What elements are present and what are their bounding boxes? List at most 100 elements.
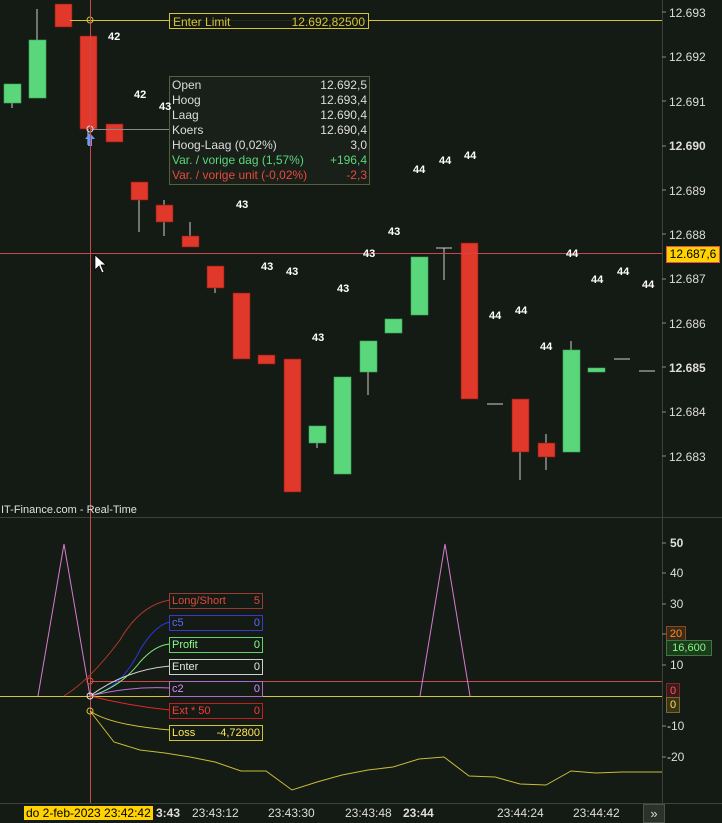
price-tick: 12.692	[669, 50, 706, 64]
price-tick: 12.683	[669, 450, 706, 464]
volume-label: 44	[566, 248, 579, 260]
candle-body	[410, 256, 429, 316]
volume-label: 44	[515, 305, 528, 317]
ohlc-tooltip: Open 12.692,5 Hoog 12.693,4 Laag 12.690,4 K…	[169, 76, 370, 185]
indicator-tick: 10	[670, 658, 684, 672]
ohlc-range-value: 3,0	[350, 138, 367, 152]
ohlc-low-value: 12.690,4	[320, 108, 367, 122]
indicator-long-short[interactable]: Long/Short 5	[169, 593, 263, 609]
volume-label: 44	[591, 274, 604, 286]
ohlc-close-label: Koers	[172, 123, 204, 137]
indicator-profit[interactable]: Profit 0	[169, 637, 263, 653]
time-tick: 23:43:12	[192, 806, 239, 820]
indicator-label: Enter	[172, 661, 199, 673]
indicator-tick: 50	[670, 536, 684, 550]
volume-label: 43	[286, 266, 299, 278]
time-tick: 3:43	[156, 806, 181, 820]
ohlc-high-row: Hoog 12.693,4	[170, 93, 369, 108]
ohlc-prevunit-row: Var. / vorige unit (-0,02%) -2,3	[170, 168, 369, 183]
candle-body	[283, 358, 302, 493]
indicator-c2[interactable]: c2 0	[169, 681, 263, 697]
volume-label: 42	[108, 31, 121, 43]
source-label: IT-Finance.com - Real-Time	[1, 504, 137, 516]
enter-limit-value: 12.692,82500	[291, 15, 365, 29]
ohlc-range-label: Hoog-Laag (0,02%)	[172, 138, 277, 152]
candle-body	[308, 425, 327, 444]
indicator-label: Loss	[172, 727, 196, 739]
ohlc-prevday-row: Var. / vorige dag (1,57%) +196,4	[170, 153, 369, 168]
ohlc-prevday-value: +196,4	[329, 153, 367, 167]
indicator-value: 5	[253, 595, 260, 607]
ohlc-low-label: Laag	[172, 108, 199, 122]
price-tick: 12.686	[669, 317, 706, 331]
indicator-label: c2	[172, 683, 184, 695]
indicator-value: -4,72800	[216, 727, 260, 739]
candle-body	[79, 35, 98, 130]
volume-label: 43	[312, 332, 325, 344]
ohlc-close-value: 12.690,4	[320, 123, 367, 137]
candle-body	[3, 83, 22, 104]
volume-label: 43	[363, 248, 376, 260]
volume-label: 43	[159, 101, 172, 113]
candle-body	[587, 367, 606, 373]
ohlc-high-label: Hoog	[172, 93, 201, 107]
indicator-c5[interactable]: c5 0	[169, 615, 263, 631]
indicator-value: 0	[253, 683, 260, 695]
indicator-label: c5	[172, 617, 184, 629]
candle-body	[257, 354, 276, 365]
volume-label: 42	[134, 89, 147, 101]
ohlc-open-label: Open	[172, 78, 202, 92]
indicator-tick: -20	[667, 750, 685, 764]
candle-body	[384, 318, 403, 334]
price-tick: 12.693	[669, 6, 706, 20]
candle-body	[130, 181, 149, 201]
price-tick: 12.688	[669, 228, 706, 242]
cursor-time-badge: do 2-feb-2023 23:42:42	[24, 806, 153, 820]
ohlc-range-row: Hoog-Laag (0,02%) 3,0	[170, 138, 369, 153]
candle-body	[562, 349, 581, 453]
volume-label: 44	[540, 341, 553, 353]
volume-label: 43	[388, 226, 401, 238]
candle-body	[333, 376, 352, 475]
ohlc-close-row: Koers 12.690,4	[170, 123, 369, 138]
ohlc-low-row: Laag 12.690,4	[170, 108, 369, 123]
indicator-loss[interactable]: Loss -4,72800	[169, 725, 263, 741]
candle-body	[28, 39, 47, 99]
indicator-value: 0	[253, 639, 260, 651]
indicator-label: Long/Short	[172, 595, 226, 607]
indicator-enter[interactable]: Enter 0	[169, 659, 263, 675]
ohlc-open-row: Open 12.692,5	[170, 78, 369, 93]
candle-body	[460, 242, 479, 400]
indicator-label: Profit	[172, 639, 198, 651]
candle-body	[54, 3, 73, 28]
candle-body	[537, 442, 556, 458]
price-tick: 12.684	[669, 405, 706, 419]
current-price-badge: 12.687,6	[666, 246, 720, 263]
indicator-tick: -10	[667, 719, 685, 733]
price-tick: 12.691	[669, 95, 706, 109]
ohlc-prevunit-value: -2,3	[346, 168, 367, 182]
volume-label: 44	[489, 310, 502, 322]
volume-label: 44	[617, 266, 630, 278]
volume-label: 44	[642, 279, 655, 291]
ohlc-prevunit-label: Var. / vorige unit (-0,02%)	[172, 168, 308, 182]
enter-limit-tag[interactable]: Enter Limit 12.692,82500	[169, 13, 369, 29]
time-tick: 23:43:48	[345, 806, 392, 820]
indicator-ext50[interactable]: Ext * 50 0	[169, 703, 263, 719]
candle-body	[359, 340, 378, 373]
time-tick: 23:44	[403, 806, 434, 820]
time-tick: 23:44:42	[573, 806, 620, 820]
scroll-right-button[interactable]: »	[643, 804, 665, 823]
time-tick: 23:44:24	[497, 806, 544, 820]
ohlc-high-value: 12.693,4	[320, 93, 367, 107]
indicator-value: 0	[253, 661, 260, 673]
ohlc-prevday-label: Var. / vorige dag (1,57%)	[172, 153, 304, 167]
indicator-marker-yellow: 0	[666, 697, 680, 713]
volume-label: 43	[337, 283, 350, 295]
price-tick: 12.685	[669, 361, 706, 375]
price-tick: 12.690	[669, 139, 706, 153]
volume-label: 44	[413, 164, 426, 176]
volume-label: 43	[261, 261, 274, 273]
candle-body	[105, 123, 124, 143]
indicator-panel	[0, 518, 662, 803]
